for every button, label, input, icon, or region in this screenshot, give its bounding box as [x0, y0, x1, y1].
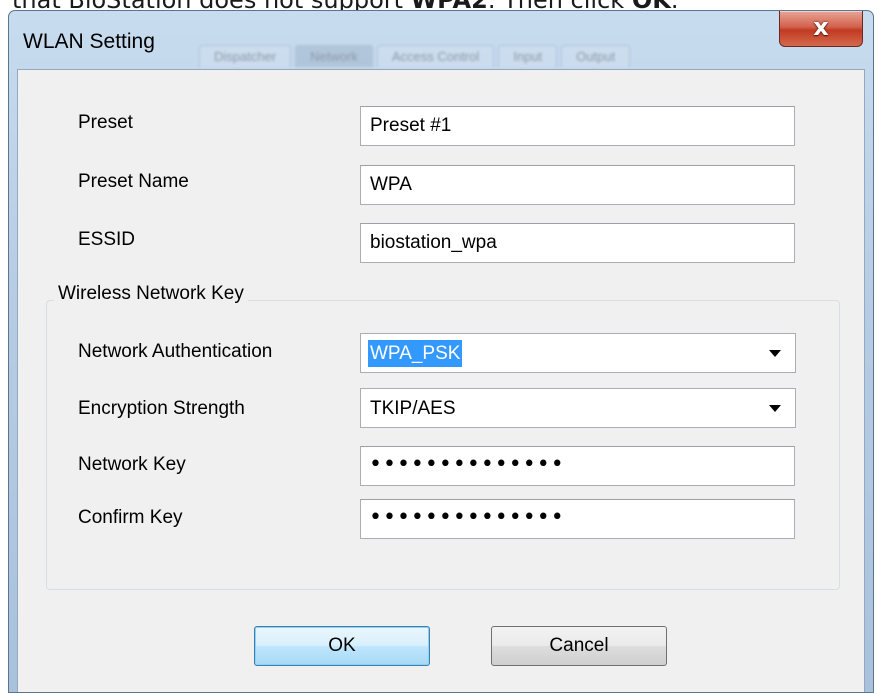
wireless-network-key-title: Wireless Network Key	[54, 283, 248, 305]
network-authentication-label: Network Authentication	[78, 341, 273, 362]
background-tab: Dispatcher	[199, 45, 292, 67]
confirm-key-label: Confirm Key	[78, 507, 183, 528]
dialog-client-area: Preset Preset #1 Preset Name WPA ESSID b…	[17, 69, 865, 692]
encryption-strength-label: Encryption Strength	[78, 398, 245, 419]
encryption-strength-value: TKIP/AES	[370, 398, 456, 419]
cancel-button[interactable]: Cancel	[491, 626, 667, 666]
essid-label: ESSID	[78, 229, 136, 250]
background-tab: Input	[498, 45, 558, 67]
title-bar[interactable]: Dispatcher Network Access Control Input …	[9, 11, 873, 69]
preset-name-label: Preset Name	[78, 171, 189, 192]
preset-field[interactable]: Preset #1	[360, 106, 795, 146]
chevron-down-icon	[769, 405, 781, 412]
confirm-key-field[interactable]: ••••••••••••••	[360, 499, 795, 539]
network-key-field[interactable]: ••••••••••••••	[360, 446, 795, 486]
wlan-setting-dialog: Dispatcher Network Access Control Input …	[8, 10, 874, 693]
network-key-label: Network Key	[78, 454, 186, 475]
preset-name-field[interactable]: WPA	[360, 165, 795, 205]
close-icon: x	[813, 13, 829, 41]
preset-label: Preset	[78, 112, 133, 133]
background-tabs: Dispatcher Network Access Control Input …	[199, 45, 631, 67]
essid-field[interactable]: biostation_wpa	[360, 223, 795, 263]
window-title: WLAN Setting	[23, 30, 155, 53]
chevron-down-icon	[769, 350, 781, 357]
background-tab: Access Control	[376, 45, 495, 67]
encryption-strength-dropdown[interactable]: TKIP/AES	[360, 388, 796, 428]
background-tab: Output	[561, 45, 631, 67]
ok-button[interactable]: OK	[254, 626, 430, 666]
network-authentication-dropdown[interactable]: WPA_PSK	[360, 333, 796, 373]
network-authentication-value: WPA_PSK	[368, 340, 463, 367]
background-tab: Network	[295, 45, 373, 67]
close-button[interactable]: x	[779, 11, 863, 47]
